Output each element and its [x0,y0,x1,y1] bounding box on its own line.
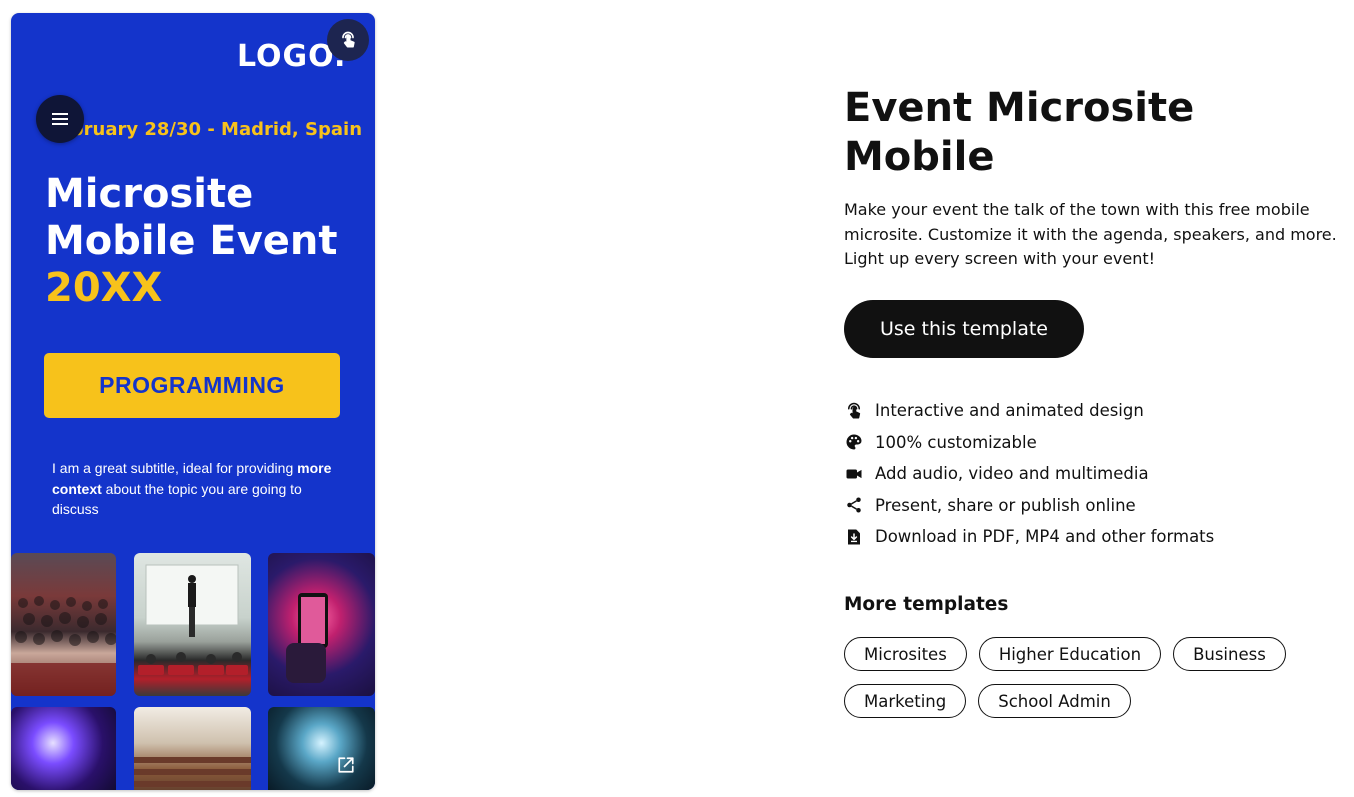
photo-audience [11,553,116,696]
tag-microsites[interactable]: Microsites [844,637,967,671]
feature-label: Present, share or publish online [875,495,1136,515]
photo-concert-crowd [268,707,375,790]
photo-speaker-on-stage [134,553,251,696]
feature-item: 100% customizable [844,427,1324,459]
photo-phone-concert [268,553,375,696]
touch-icon[interactable] [327,19,369,61]
feature-label: Add audio, video and multimedia [875,464,1149,484]
template-description: Make your event the talk of the town wit… [844,200,1337,268]
photo-auditorium [134,707,251,790]
hero-title: Microsite Mobile Event 20XX [45,171,365,312]
page-title: Event Microsite Mobile [844,85,1195,180]
photo-stage-lights [11,707,116,790]
external-link-icon[interactable] [337,756,355,774]
feature-label: 100% customizable [875,432,1037,452]
hamburger-menu-icon[interactable] [36,95,84,143]
feature-item: Download in PDF, MP4 and other formats [844,521,1324,553]
download-icon [844,527,864,547]
feature-item: Present, share or publish online [844,490,1324,522]
hero-title-line1: Microsite [45,171,254,217]
video-camera-icon [844,464,864,484]
more-templates-heading: More templates [844,594,1009,615]
feature-item: Add audio, video and multimedia [844,458,1324,490]
tag-business[interactable]: Business [1173,637,1286,671]
event-date-location: February 28/30 - Madrid, Spain [47,119,363,140]
template-preview[interactable]: LOGO. February 28/30 - Madrid, Spain Mic… [11,13,375,790]
subtitle-text-1: I am a great subtitle, ideal for providi… [52,460,298,476]
feature-item: Interactive and animated design [844,395,1324,427]
feature-label: Download in PDF, MP4 and other formats [875,527,1215,547]
palette-icon [844,432,864,452]
tag-marketing[interactable]: Marketing [844,684,967,718]
share-icon [844,495,864,515]
touch-icon [844,401,864,421]
preview-subtitle: I am a great subtitle, ideal for providi… [52,458,352,520]
programming-button[interactable]: PROGRAMMING [44,353,340,418]
tag-higher-education[interactable]: Higher Education [978,637,1162,671]
tag-school-admin[interactable]: School Admin [978,684,1131,718]
feature-list: Interactive and animated design 100% cus… [844,395,1324,553]
hero-title-accent: 20XX [45,265,163,311]
feature-label: Interactive and animated design [875,401,1144,421]
hero-title-line2: Mobile Event [45,218,338,264]
use-template-button[interactable]: Use this template [844,300,1084,358]
template-tags: Microsites Higher Education Business Mar… [844,637,1324,731]
